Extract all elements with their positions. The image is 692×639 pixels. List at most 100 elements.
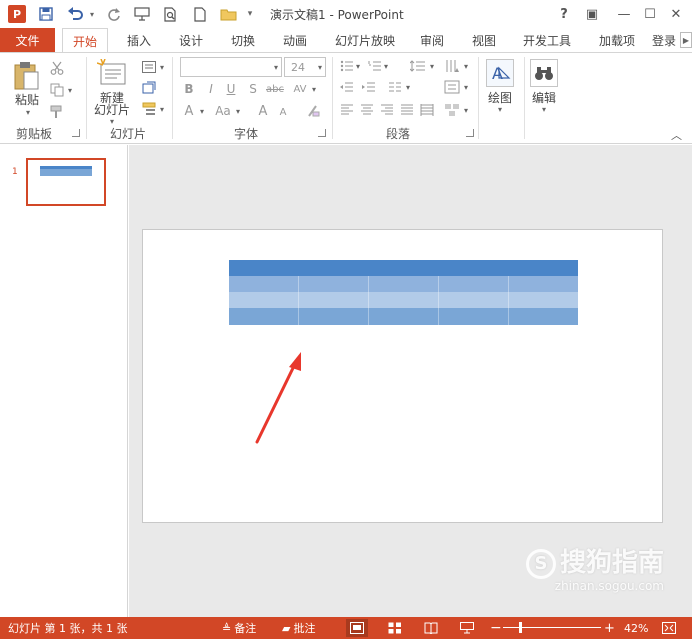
paste-icon[interactable] <box>10 59 44 93</box>
zoom-out-button[interactable]: − <box>490 620 502 636</box>
undo-icon[interactable] <box>64 4 88 24</box>
tab-addins[interactable]: 加载项 <box>590 28 644 52</box>
text-direction-dropdown-icon[interactable]: ▾ <box>462 61 470 71</box>
editing-dropdown-icon[interactable]: ▾ <box>540 105 548 114</box>
columns-dropdown-icon[interactable]: ▾ <box>404 82 412 92</box>
character-spacing-dropdown-icon[interactable]: ▾ <box>310 83 318 95</box>
zoom-slider-track[interactable] <box>503 627 601 628</box>
numbering-dropdown-icon[interactable]: ▾ <box>382 61 390 71</box>
format-painter-icon[interactable] <box>48 103 66 121</box>
align-right-icon[interactable] <box>378 103 396 117</box>
copy-icon[interactable] <box>48 81 66 99</box>
align-left-icon[interactable] <box>338 103 356 117</box>
strikethrough-button[interactable]: abc <box>264 81 286 97</box>
help-button[interactable]: ? <box>554 4 574 24</box>
section-icon[interactable] <box>140 101 158 117</box>
tab-animations[interactable]: 动画 <box>272 28 318 52</box>
tab-scroll-right-icon[interactable]: ▶ <box>680 32 692 48</box>
zoom-in-button[interactable]: + <box>604 620 615 636</box>
shrink-font-button[interactable]: A <box>276 105 290 119</box>
font-color-dropdown-icon[interactable]: ▾ <box>198 105 206 117</box>
font-launcher-icon[interactable] <box>318 129 326 137</box>
font-color-button[interactable]: A <box>182 103 196 119</box>
drawing-dropdown-icon[interactable]: ▾ <box>496 105 504 114</box>
tab-developer[interactable]: 开发工具 <box>514 28 580 52</box>
paste-button[interactable]: 粘贴 <box>12 93 42 107</box>
line-spacing-dropdown-icon[interactable]: ▾ <box>428 61 436 71</box>
line-spacing-icon[interactable] <box>408 59 428 73</box>
print-preview-icon[interactable] <box>160 4 180 24</box>
binoculars-find-icon[interactable] <box>530 59 558 87</box>
bullets-dropdown-icon[interactable]: ▾ <box>354 61 362 71</box>
underline-button[interactable]: U <box>224 81 238 97</box>
tab-review[interactable]: 审阅 <box>412 28 452 52</box>
align-text-dropdown-icon[interactable]: ▾ <box>462 82 470 92</box>
change-case-dropdown-icon[interactable]: ▾ <box>234 105 242 117</box>
layout-dropdown-icon[interactable]: ▾ <box>158 61 166 73</box>
save-icon[interactable] <box>36 4 56 24</box>
clear-formatting-icon[interactable] <box>304 103 322 119</box>
new-slide-button[interactable]: 幻灯片 <box>88 103 136 117</box>
shapes-drawing-icon[interactable]: A <box>486 59 514 87</box>
reading-view-icon[interactable] <box>420 619 442 637</box>
shadow-text-button[interactable]: S <box>246 81 260 97</box>
character-spacing-button[interactable]: AV <box>290 81 310 97</box>
columns-icon[interactable] <box>386 80 404 94</box>
tab-view[interactable]: 视图 <box>464 28 504 52</box>
collapse-ribbon-icon[interactable]: ︿ <box>671 127 682 143</box>
paste-dropdown-icon[interactable]: ▾ <box>24 108 32 117</box>
text-direction-icon[interactable] <box>442 59 462 73</box>
slideshow-view-icon[interactable] <box>456 619 478 637</box>
drawing-button[interactable]: 绘图 <box>484 91 516 105</box>
normal-view-icon[interactable] <box>346 619 368 637</box>
editing-button[interactable]: 编辑 <box>528 91 560 105</box>
section-dropdown-icon[interactable]: ▾ <box>158 103 166 115</box>
open-folder-icon[interactable] <box>218 4 240 24</box>
copy-dropdown-icon[interactable]: ▾ <box>66 83 74 97</box>
new-slide-icon[interactable] <box>96 57 128 89</box>
zoom-level[interactable]: 42% <box>624 620 648 636</box>
maximize-button[interactable]: ☐ <box>640 4 660 24</box>
tab-signin[interactable]: 登录 <box>652 28 682 52</box>
bold-button[interactable]: B <box>182 81 196 97</box>
paragraph-launcher-icon[interactable] <box>466 129 474 137</box>
redo-icon[interactable] <box>104 4 124 24</box>
new-slide-dropdown-icon[interactable]: ▾ <box>108 117 116 126</box>
slide-thumbnail[interactable] <box>26 158 106 206</box>
close-button[interactable]: ✕ <box>666 4 686 24</box>
justify-icon[interactable] <box>398 103 416 117</box>
tab-transitions[interactable]: 切换 <box>220 28 266 52</box>
ribbon-display-options-button[interactable]: ▣ <box>582 4 602 24</box>
font-name-combo[interactable]: ▾ <box>180 57 282 77</box>
font-size-combo[interactable]: 24 ▾ <box>284 57 326 77</box>
italic-button[interactable]: I <box>204 81 218 97</box>
new-document-icon[interactable] <box>190 4 210 24</box>
comments-button[interactable]: ▰ 批注 <box>282 620 315 636</box>
cut-icon[interactable] <box>48 59 66 77</box>
tab-design[interactable]: 设计 <box>168 28 214 52</box>
reset-slide-icon[interactable] <box>140 80 158 96</box>
slide-sorter-view-icon[interactable] <box>384 619 406 637</box>
slide-count-status[interactable]: 幻灯片 第 1 张，共 1 张 <box>8 620 127 636</box>
font-name-dropdown-icon[interactable]: ▾ <box>274 63 278 72</box>
tab-home[interactable]: 开始 <box>62 28 108 53</box>
smartart-icon[interactable] <box>442 103 462 117</box>
undo-dropdown-icon[interactable]: ▾ <box>88 4 96 24</box>
align-text-icon[interactable] <box>442 80 462 94</box>
increase-indent-icon[interactable] <box>360 80 378 94</box>
grow-font-button[interactable]: A <box>256 103 270 119</box>
customize-quick-access-icon[interactable]: ▾ <box>244 4 256 24</box>
tab-insert[interactable]: 插入 <box>116 28 162 52</box>
smartart-dropdown-icon[interactable]: ▾ <box>462 105 470 115</box>
minimize-button[interactable]: — <box>614 4 634 24</box>
distributed-icon[interactable] <box>418 103 436 117</box>
layout-icon[interactable] <box>140 59 158 75</box>
clipboard-launcher-icon[interactable] <box>72 129 80 137</box>
start-from-beginning-icon[interactable] <box>132 4 152 24</box>
zoom-slider-thumb[interactable] <box>519 622 522 633</box>
tab-slideshow[interactable]: 幻灯片放映 <box>330 28 400 52</box>
tab-file[interactable]: 文件 <box>0 28 55 52</box>
notes-button[interactable]: ≜ 备注 <box>222 620 256 636</box>
decrease-indent-icon[interactable] <box>338 80 356 94</box>
font-size-dropdown-icon[interactable]: ▾ <box>318 63 322 72</box>
